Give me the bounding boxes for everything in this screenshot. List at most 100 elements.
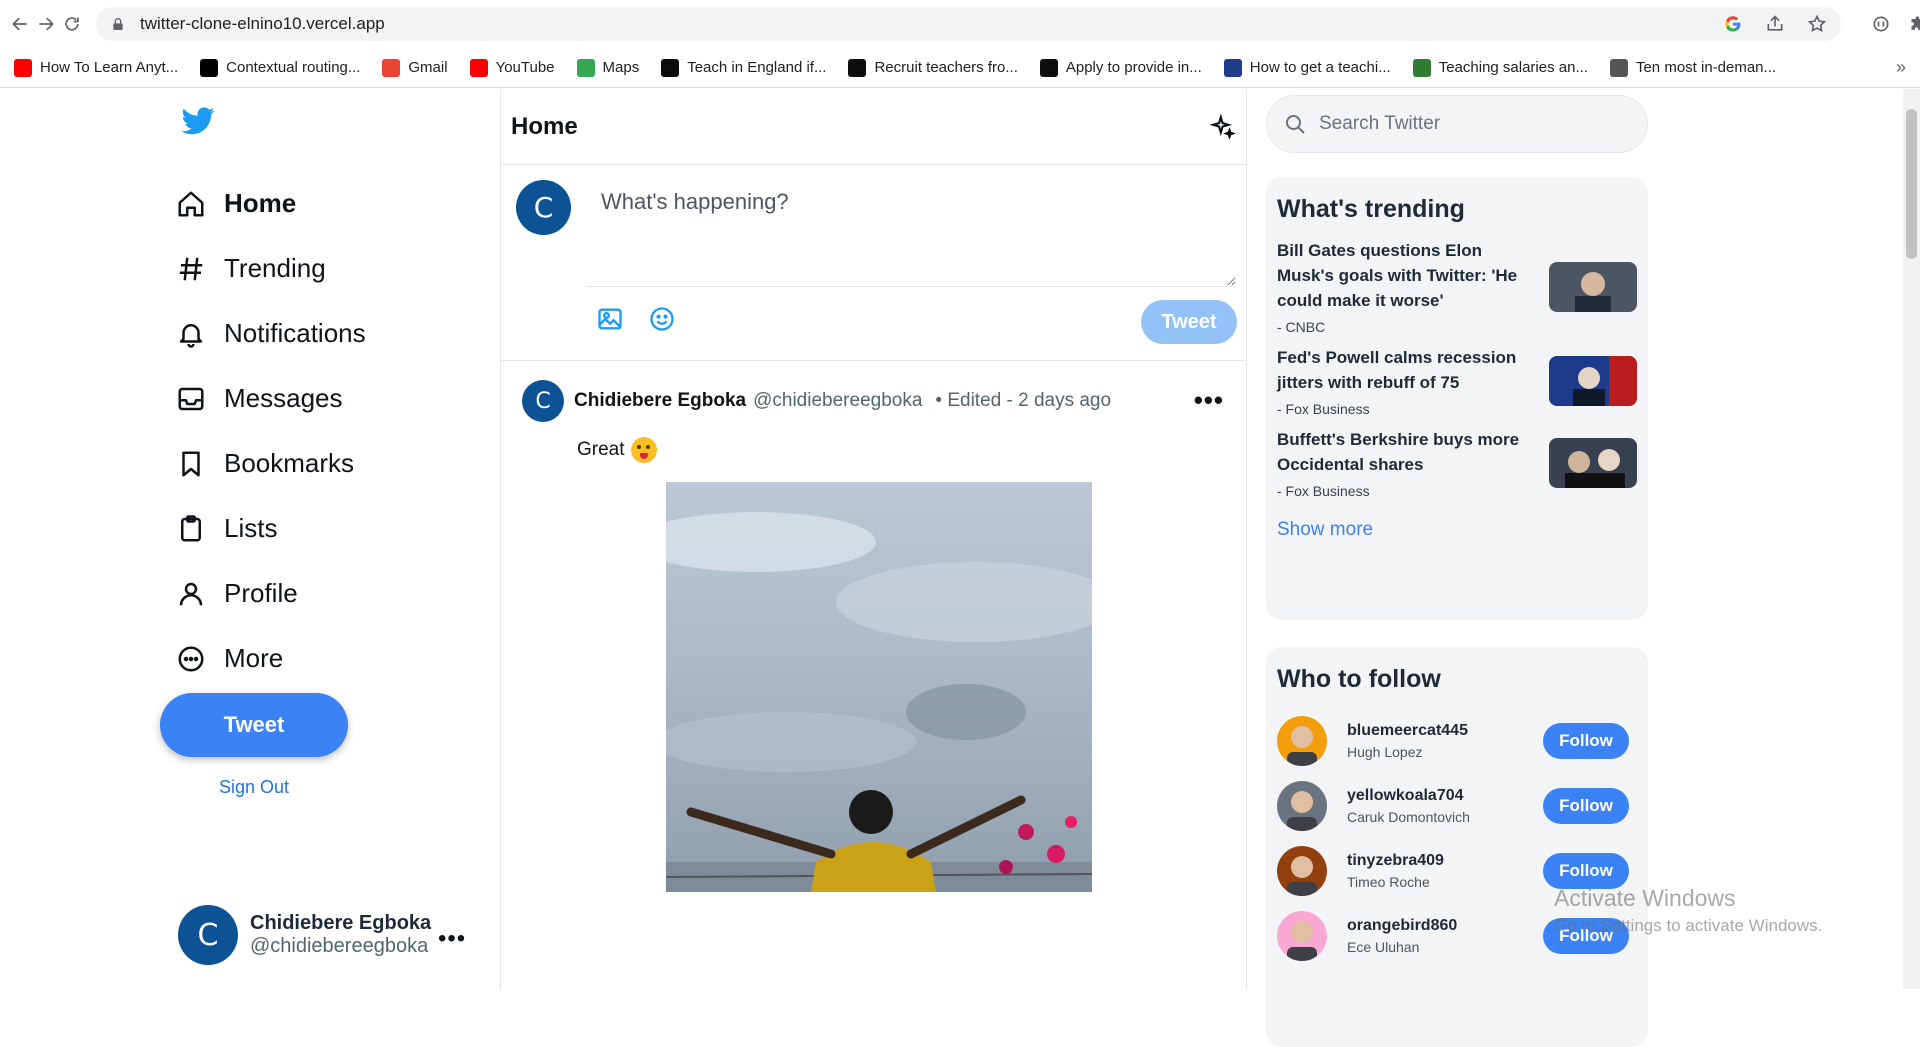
hashtag-icon [179,257,203,280]
arrow-right-icon [39,17,54,31]
bookmark-item[interactable]: How to get a teachi... [1223,58,1391,77]
avatar[interactable] [1277,910,1327,961]
trend-item[interactable]: Fed's Powell calms recession jitters wit… [1277,345,1637,417]
trend-item[interactable]: Buffett's Berkshire buys more Occidental… [1277,427,1637,499]
sidebar-tweet-button[interactable]: Tweet [160,693,348,757]
sidebar-item-profile[interactable]: Profile [176,561,366,626]
tweet-input[interactable] [586,177,1236,287]
bookmark-label: Recruit teachers fro... [874,59,1018,76]
trend-text: Fed's Powell calms recession jitters wit… [1277,345,1542,417]
avatar[interactable] [1277,845,1327,896]
bookmark-label: YouTube [495,59,555,76]
avatar[interactable] [1277,780,1327,831]
sign-out-link[interactable]: Sign Out [219,777,289,798]
gmail-icon [382,58,401,77]
follow-suggestion[interactable]: orangebird860 Ece Uluhan Follow [1277,903,1637,968]
trend-thumbnail[interactable] [1549,438,1637,488]
sparkle-icon[interactable] [1210,113,1236,140]
twitter-bird-icon[interactable] [178,103,218,139]
avatar[interactable]: C [522,380,564,422]
avatar[interactable] [1277,715,1327,766]
bookmark-item[interactable]: Ten most in-deman... [1609,58,1776,77]
follow-button[interactable]: Follow [1543,852,1629,889]
puzzle-icon[interactable] [1909,14,1920,34]
bookmark-item[interactable]: Contextual routing... [200,58,360,77]
tweet-text: Great [577,437,657,463]
extension-circle-icon[interactable] [1871,14,1891,34]
tweet-author-name[interactable]: Chidiebere Egboka [574,390,746,412]
follow-suggestion[interactable]: bluemeercat445 Hugh Lopez Follow [1277,708,1637,773]
bookmark-label: Teach in England if... [687,59,827,76]
follow-button[interactable]: Follow [1543,787,1629,824]
infinity-icon [1609,58,1628,77]
follow-username: bluemeercat445 [1347,721,1468,739]
search-input[interactable] [1319,113,1631,135]
bookmark-item[interactable]: Teaching salaries an... [1412,58,1588,77]
page-scrollbar[interactable] [1903,89,1920,989]
bookmark-item[interactable]: YouTube [469,58,555,77]
search-box[interactable] [1266,95,1648,153]
winking-tongue-emoji-icon [630,437,657,463]
sidebar-item-trending[interactable]: Trending [176,236,366,301]
image-upload-icon[interactable] [596,305,624,333]
bookmark-item[interactable]: Recruit teachers fro... [848,58,1018,77]
sidebar-item-messages[interactable]: Messages [176,366,366,431]
account-more-icon[interactable]: ••• [438,925,466,953]
follow-suggestion[interactable]: yellowkoala704 Caruk Domontovich Follow [1277,773,1637,838]
sidebar-item-home[interactable]: Home [176,171,366,236]
bookmark-item[interactable]: Apply to provide in... [1039,58,1202,77]
follow-button[interactable]: Follow [1543,722,1629,759]
google-icon[interactable] [1723,14,1743,34]
dev-icon [200,58,219,77]
tweet-more-icon[interactable]: ••• [1194,385,1224,416]
bookmarks-overflow-icon[interactable]: » [1896,57,1906,78]
sidebar-item-lists[interactable]: Lists [176,496,366,561]
follow-username: yellowkoala704 [1347,786,1464,804]
follow-button[interactable]: Follow [1543,917,1629,954]
timeline-header: Home [501,89,1246,165]
forward-button[interactable] [36,7,56,41]
p-icon [1223,58,1242,77]
emoji-icon[interactable] [648,305,676,333]
bookmark-icon [182,451,200,476]
scrollbar-thumb[interactable] [1906,109,1917,259]
follow-display-name: Hugh Lopez [1347,743,1423,760]
bell-icon [179,323,203,348]
trend-thumbnail[interactable] [1549,356,1637,406]
trend-item[interactable]: Bill Gates questions Elon Musk's goals w… [1277,238,1637,335]
trend-text: Buffett's Berkshire buys more Occidental… [1277,427,1542,499]
follow-suggestion[interactable]: tinyzebra409 Timeo Roche Follow [1277,838,1637,903]
sidebar-item-more[interactable]: More [176,626,366,691]
trending-title: What's trending [1277,195,1465,223]
bookmark-item[interactable]: Maps [576,58,639,77]
star-icon[interactable] [1807,14,1827,34]
lock-icon [113,18,123,30]
follow-display-name: Ece Uluhan [1347,938,1420,955]
tweet-image[interactable] [666,482,1092,892]
bookmark-item[interactable]: How To Learn Anyt... [14,58,178,77]
tweet-composer: C Tweet [501,165,1246,361]
more-circle-icon [178,646,204,671]
tweet-author-handle[interactable]: @chidiebereegboka [753,390,922,412]
tweet-photo-illustration [666,512,1092,892]
bookmarks-bar: How To Learn Anyt... Contextual routing..… [0,48,1920,88]
youtube-icon [469,58,488,77]
bookmark-item[interactable]: Teach in England if... [661,58,827,77]
sidebar-item-label: Trending [224,253,326,283]
twitter-app: Home Trending Notifications Messages Bookmar… [0,89,1903,1047]
address-bar[interactable]: twitter-clone-elnino10.vercel.app [96,7,1841,41]
sidebar-item-notifications[interactable]: Notifications [176,301,366,366]
account-switcher[interactable]: C Chidiebere Egboka @chidiebereegboka ••… [178,905,465,965]
bookmark-item[interactable]: Gmail [382,58,448,77]
follow-username: orangebird860 [1347,916,1458,934]
trend-thumbnail[interactable] [1549,261,1637,312]
composer-tweet-button[interactable]: Tweet [1141,300,1237,344]
share-icon[interactable] [1765,14,1785,34]
user-icon [179,582,203,605]
reload-button[interactable] [62,7,82,41]
gov-icon [1039,58,1058,77]
back-button[interactable] [10,7,30,41]
show-more-link[interactable]: Show more [1277,519,1637,541]
clipboard-icon [181,514,201,541]
sidebar-item-bookmarks[interactable]: Bookmarks [176,431,366,496]
